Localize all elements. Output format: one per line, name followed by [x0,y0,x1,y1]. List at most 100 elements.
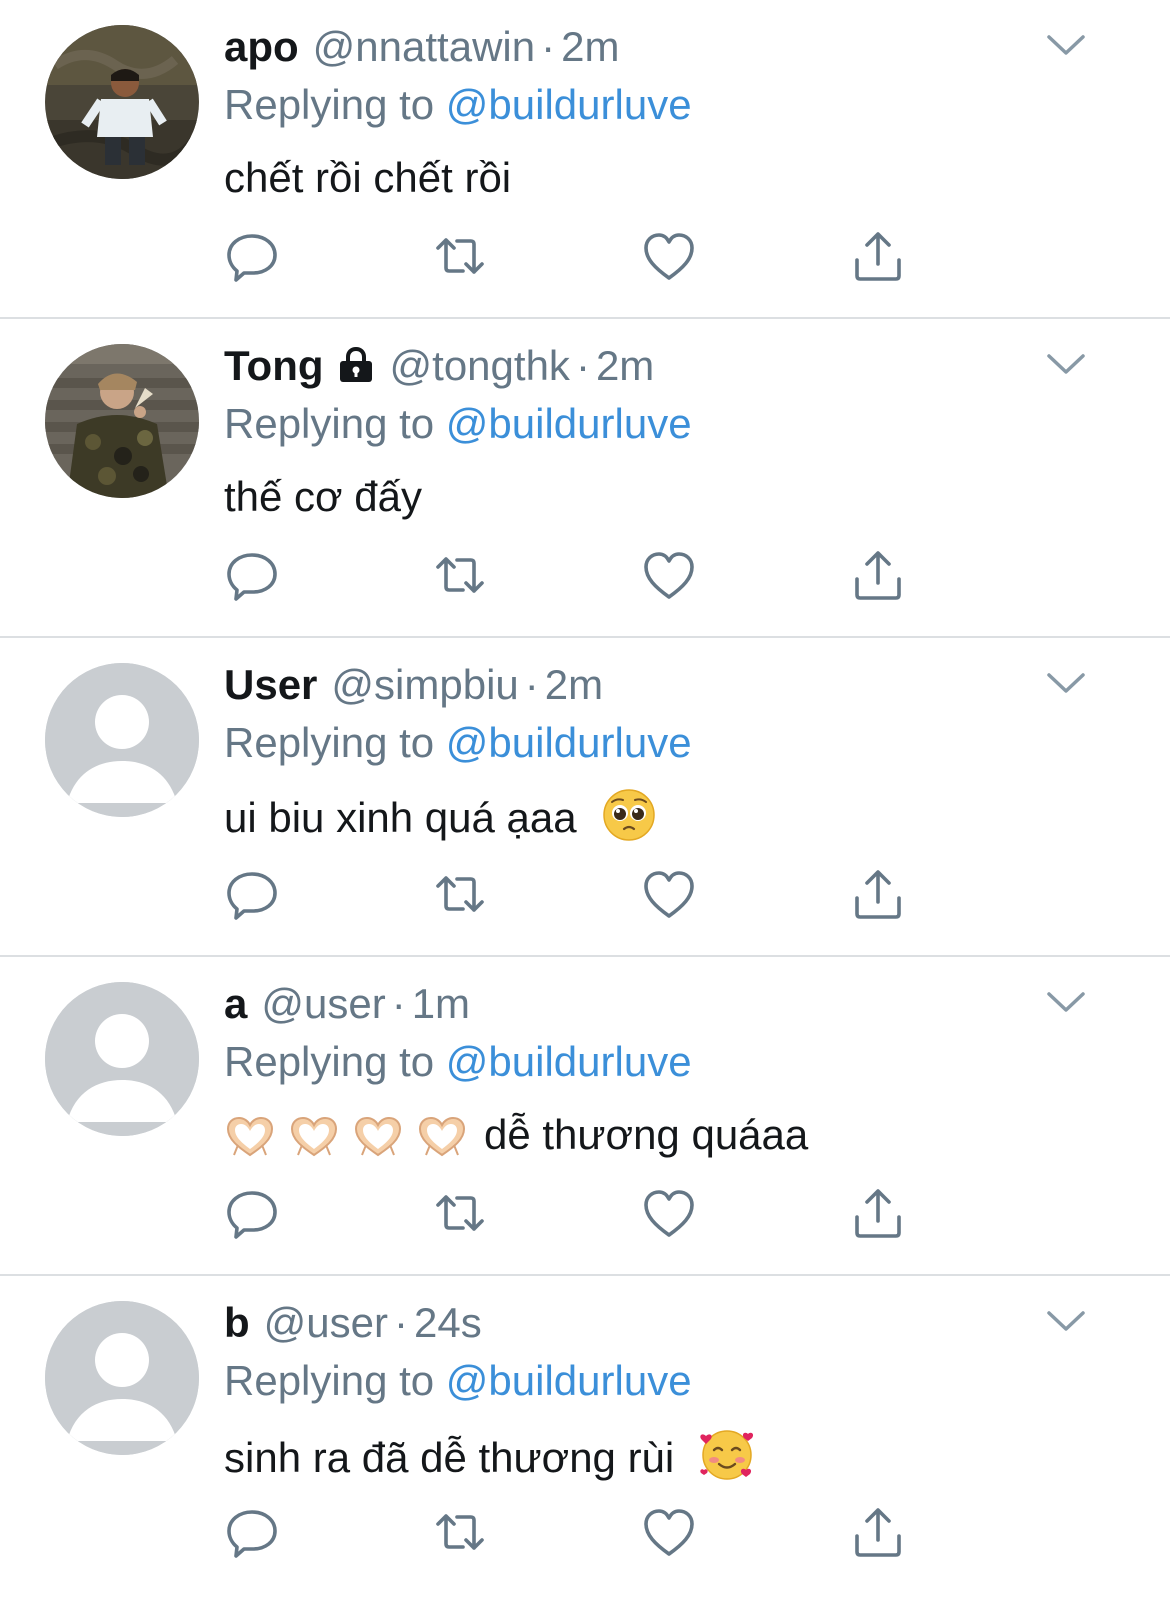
timestamp[interactable]: 2m [545,661,603,708]
avatar[interactable] [45,663,199,817]
chevron-down-icon[interactable] [1044,28,1088,62]
user-handle[interactable]: @nnattawin [313,23,535,70]
reply-bubble-icon [227,553,277,601]
separator-dot: · [391,980,406,1027]
chevron-down-icon[interactable] [1044,666,1088,700]
share-icon [855,551,901,600]
share-button[interactable] [848,864,908,924]
tweet-text-content: thế cơ đấy [224,473,422,520]
heart-icon [644,1190,694,1237]
tweet[interactable]: User @simpbiu · 2m Replying to @buildurluve… [0,638,1170,957]
display-name[interactable]: User [224,661,317,708]
heart-icon [644,552,694,599]
avatar[interactable] [45,344,199,498]
default-avatar-icon [45,1301,199,1455]
reply-button[interactable] [222,1183,282,1243]
tweet-text-content: sinh ra đã dễ thương rùi [224,1434,675,1481]
heart-hands-emoji-icon [226,1116,274,1157]
reply-button[interactable] [222,226,282,286]
timestamp[interactable]: 24s [414,1299,482,1346]
retweet-icon [436,1195,484,1231]
user-handle[interactable]: @simpbiu [331,661,518,708]
tweet-text: thế cơ đấy [224,469,422,525]
tweet-header: a @user · 1m [224,979,470,1029]
display-name[interactable]: apo [224,23,299,70]
mention-link[interactable]: @buildurluve [446,1038,692,1085]
like-button[interactable] [639,226,699,286]
tweet[interactable]: a @user · 1m Replying to @buildurluve dễ… [0,957,1170,1276]
retweet-button[interactable] [430,1183,490,1243]
user-handle[interactable]: @tongthk [390,342,570,389]
like-button[interactable] [639,1183,699,1243]
replying-prefix: Replying to [224,1357,435,1404]
heart-hands-emoji-icon [290,1116,338,1157]
retweet-icon [436,1514,484,1550]
reply-button[interactable] [222,864,282,924]
avatar[interactable] [45,1301,199,1455]
share-button[interactable] [848,226,908,286]
display-name[interactable]: b [224,1299,250,1346]
pleading-face-emoji-icon [603,789,656,841]
replying-to-line: Replying to @buildurluve [224,718,692,768]
separator-dot: · [394,1299,408,1346]
share-button[interactable] [848,545,908,605]
replying-prefix: Replying to [224,81,435,128]
action-bar [222,1183,922,1243]
heart-icon [644,1509,694,1556]
tweet-header: b @user · 24s [224,1298,482,1348]
action-bar [222,1502,922,1562]
retweet-icon [436,876,484,912]
avatar[interactable] [45,25,199,179]
tweet-text: chết rồi chết rồi [224,150,511,206]
reply-button[interactable] [222,1502,282,1562]
timestamp[interactable]: 1m [412,980,470,1027]
retweet-button[interactable] [430,226,490,286]
action-bar [222,226,922,286]
like-button[interactable] [639,545,699,605]
replying-to-line: Replying to @buildurluve [224,1037,692,1087]
display-name[interactable]: a [224,980,247,1027]
replying-to-line: Replying to @buildurluve [224,1356,692,1406]
mention-link[interactable]: @buildurluve [446,81,692,128]
share-button[interactable] [848,1502,908,1562]
user-handle[interactable]: @user [261,980,385,1027]
avatar[interactable] [45,982,199,1136]
like-button[interactable] [639,1502,699,1562]
mention-link[interactable]: @buildurluve [446,1357,692,1404]
share-button[interactable] [848,1183,908,1243]
retweet-icon [436,238,484,274]
heart-hands-emoji-icon [418,1116,466,1157]
tweet-text: sinh ra đã dễ thương rùi [224,1426,756,1482]
replying-prefix: Replying to [224,1038,435,1085]
tweet[interactable]: Tong @tongthk · 2m Replying to @buildurluv… [0,319,1170,638]
replying-to-line: Replying to @buildurluve [224,399,692,449]
heart-icon [644,871,694,918]
tweet-text: ui biu xinh quá ạaa [224,788,656,844]
share-icon [855,1189,901,1238]
chevron-down-icon[interactable] [1044,347,1088,381]
tweet-text: dễ thương quáaa [224,1107,808,1163]
mention-link[interactable]: @buildurluve [446,719,692,766]
timestamp[interactable]: 2m [596,342,654,389]
action-bar [222,545,922,605]
tweet-header: apo @nnattawin · 2m [224,22,619,72]
smiling-face-with-hearts-emoji-icon [700,1430,753,1480]
retweet-button[interactable] [430,1502,490,1562]
heart-icon [644,233,694,280]
reply-bubble-icon [227,234,277,282]
display-name[interactable]: Tong [224,342,324,389]
chevron-down-icon[interactable] [1044,985,1088,1019]
retweet-button[interactable] [430,545,490,605]
separator-dot: · [541,23,556,70]
mention-link[interactable]: @buildurluve [446,400,692,447]
tweet[interactable]: apo @nnattawin · 2m Replying to @buildurluv… [0,0,1170,319]
user-handle[interactable]: @user [264,1299,388,1346]
reply-button[interactable] [222,545,282,605]
heart-hands-emoji-icon [354,1116,402,1157]
like-button[interactable] [639,864,699,924]
tweet[interactable]: b @user · 24s Replying to @buildurluve sinh… [0,1276,1170,1623]
tweet-header: Tong @tongthk · 2m [224,341,654,391]
retweet-button[interactable] [430,864,490,924]
timestamp[interactable]: 2m [561,23,619,70]
chevron-down-icon[interactable] [1044,1304,1088,1338]
